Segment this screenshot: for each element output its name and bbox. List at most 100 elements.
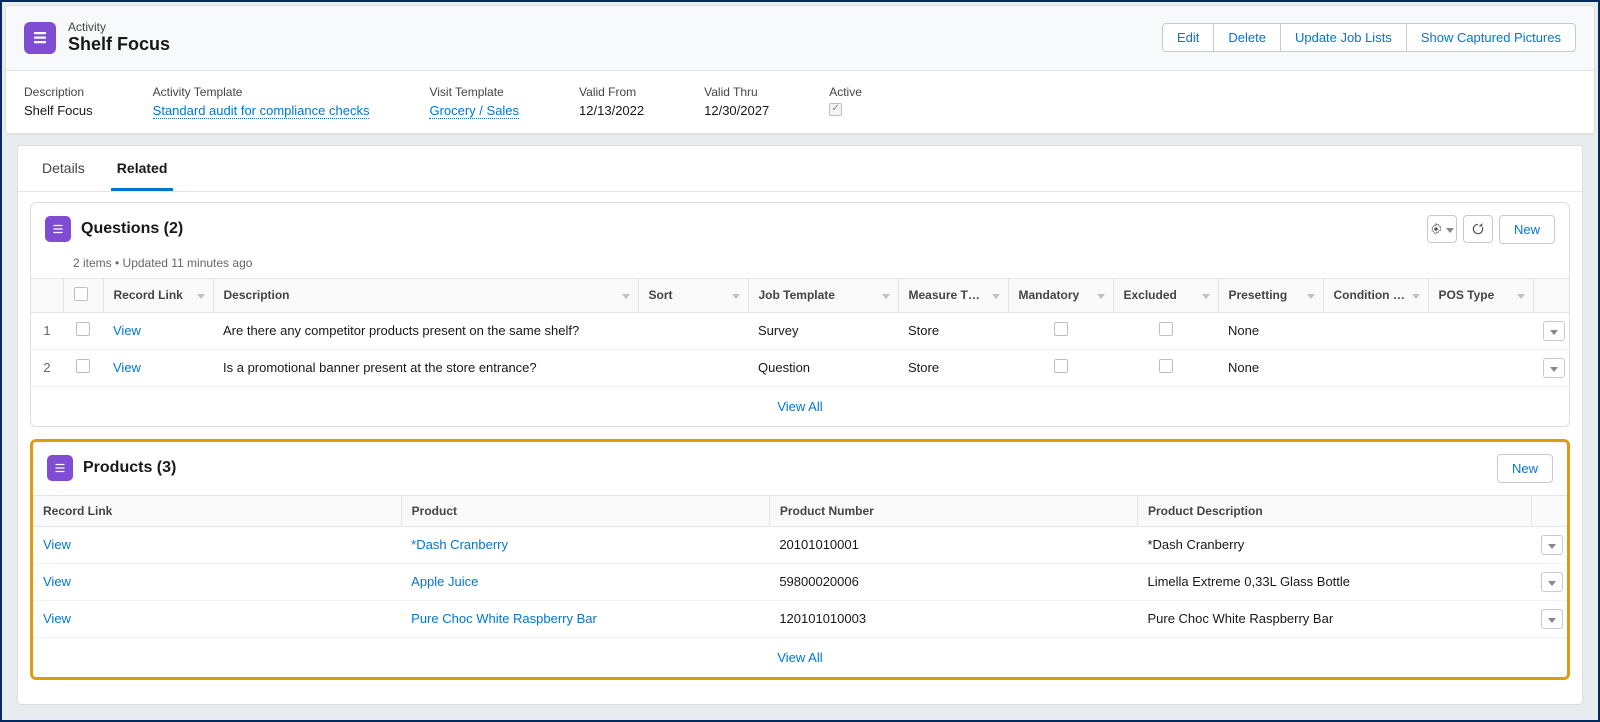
cell-product-number: 20101010001 [769,526,1137,563]
cell-product-description: Pure Choc White Raspberry Bar [1137,600,1531,637]
col-product-description[interactable]: Product Description [1137,495,1531,526]
field-value-link[interactable]: Standard audit for compliance checks [153,103,370,119]
cell-excluded-checkbox [1159,322,1173,336]
table-row: View Pure Choc White Raspberry Bar 12010… [33,600,1567,637]
products-table: Record Link Product Product Number Produ… [33,495,1567,638]
object-label: Activity [68,20,170,34]
cell-job-template: Question [748,349,898,386]
page-body: Details Related Questions (2) [5,145,1595,717]
field-label: Description [24,85,93,99]
col-row-actions [1531,495,1567,526]
object-icon [24,22,56,54]
product-link[interactable]: *Dash Cranberry [411,537,508,552]
refresh-button[interactable] [1463,215,1493,243]
tab-related[interactable]: Related [111,146,174,191]
col-record-link[interactable]: Record Link [103,278,213,312]
edit-button[interactable]: Edit [1162,23,1214,52]
card-meta: 2 items • Updated 11 minutes ago [31,256,1569,278]
row-actions-button[interactable] [1543,321,1565,341]
new-question-button[interactable]: New [1499,215,1555,244]
card-title: Questions (2) [81,220,183,238]
cell-sort [638,349,748,386]
product-link[interactable]: Pure Choc White Raspberry Bar [411,611,597,626]
cell-mandatory-checkbox [1054,359,1068,373]
cell-product-description: *Dash Cranberry [1137,526,1531,563]
cell-description: Is a promotional banner present at the s… [213,349,638,386]
col-record-link[interactable]: Record Link [33,495,401,526]
row-actions-button[interactable] [1541,572,1563,592]
tab-details[interactable]: Details [36,146,91,191]
record-link[interactable]: View [113,323,141,338]
col-excluded[interactable]: Excluded [1113,278,1218,312]
col-row-number [31,278,63,312]
table-row: 1 View Are there any competitor products… [31,312,1569,349]
field-label: Valid From [579,85,644,99]
cell-description: Are there any competitor products presen… [213,312,638,349]
record-link[interactable]: View [43,574,71,589]
field-active: Active ✓ [829,85,862,119]
cell-product-number: 120101010003 [769,600,1137,637]
col-pos-type[interactable]: POS Type [1428,278,1533,312]
col-condition[interactable]: Condition … [1323,278,1428,312]
show-captured-pictures-button[interactable]: Show Captured Pictures [1406,23,1576,52]
cell-product-number: 59800020006 [769,563,1137,600]
table-row: 2 View Is a promotional banner present a… [31,349,1569,386]
col-presetting[interactable]: Presetting [1218,278,1323,312]
products-view-all[interactable]: View All [777,650,822,665]
cell-pos-type [1428,312,1533,349]
field-description: Description Shelf Focus [24,85,93,119]
col-sort[interactable]: Sort [638,278,748,312]
col-row-actions [1533,278,1569,312]
cell-presetting: None [1218,349,1323,386]
table-settings-button[interactable] [1427,215,1457,243]
delete-button[interactable]: Delete [1213,23,1281,52]
row-checkbox[interactable] [76,359,90,373]
table-row: View Apple Juice 59800020006 Limella Ext… [33,563,1567,600]
field-value-link[interactable]: Grocery / Sales [429,103,519,119]
record-title: Shelf Focus [68,34,170,56]
row-actions-button[interactable] [1543,358,1565,378]
record-link[interactable]: View [43,537,71,552]
col-mandatory[interactable]: Mandatory [1008,278,1113,312]
related-questions-card: Questions (2) New 2 items • Updated 11 m… [30,202,1570,427]
col-select-all[interactable] [63,278,103,312]
field-visit-template: Visit Template Grocery / Sales [429,85,519,119]
record-link[interactable]: View [113,360,141,375]
field-value: 12/13/2022 [579,103,644,118]
product-link[interactable]: Apple Juice [411,574,478,589]
col-product-number[interactable]: Product Number [769,495,1137,526]
row-actions-button[interactable] [1541,609,1563,629]
questions-table: Record Link Description Sort Job Templat… [31,278,1569,387]
cell-condition [1323,312,1428,349]
field-label: Valid Thru [704,85,769,99]
cell-measure-type: Store [898,349,1008,386]
col-product[interactable]: Product [401,495,769,526]
col-measure-type[interactable]: Measure T… [898,278,1008,312]
related-products-card: Products (3) New Record Link Product [30,439,1570,680]
new-product-button[interactable]: New [1497,454,1553,483]
questions-view-all[interactable]: View All [777,399,822,414]
cell-product-description: Limella Extreme 0,33L Glass Bottle [1137,563,1531,600]
row-checkbox[interactable] [76,322,90,336]
cell-excluded-checkbox [1159,359,1173,373]
cell-job-template: Survey [748,312,898,349]
cell-measure-type: Store [898,312,1008,349]
update-job-lists-button[interactable]: Update Job Lists [1280,23,1407,52]
field-valid-from: Valid From 12/13/2022 [579,85,644,119]
cell-sort [638,312,748,349]
col-description[interactable]: Description [213,278,638,312]
row-actions-button[interactable] [1541,535,1563,555]
row-number: 2 [31,349,63,386]
field-label: Visit Template [429,85,519,99]
row-number: 1 [31,312,63,349]
col-job-template[interactable]: Job Template [748,278,898,312]
field-activity-template: Activity Template Standard audit for com… [153,85,370,119]
highlights-panel: Description Shelf Focus Activity Templat… [6,71,1594,134]
header-actions: Edit Delete Update Job Lists Show Captur… [1162,23,1576,52]
record-header-left: Activity Shelf Focus [24,20,170,56]
field-label: Active [829,85,862,99]
field-value: 12/30/2027 [704,103,769,118]
record-link[interactable]: View [43,611,71,626]
table-row: View *Dash Cranberry 20101010001 *Dash C… [33,526,1567,563]
tab-bar: Details Related [18,146,1582,192]
